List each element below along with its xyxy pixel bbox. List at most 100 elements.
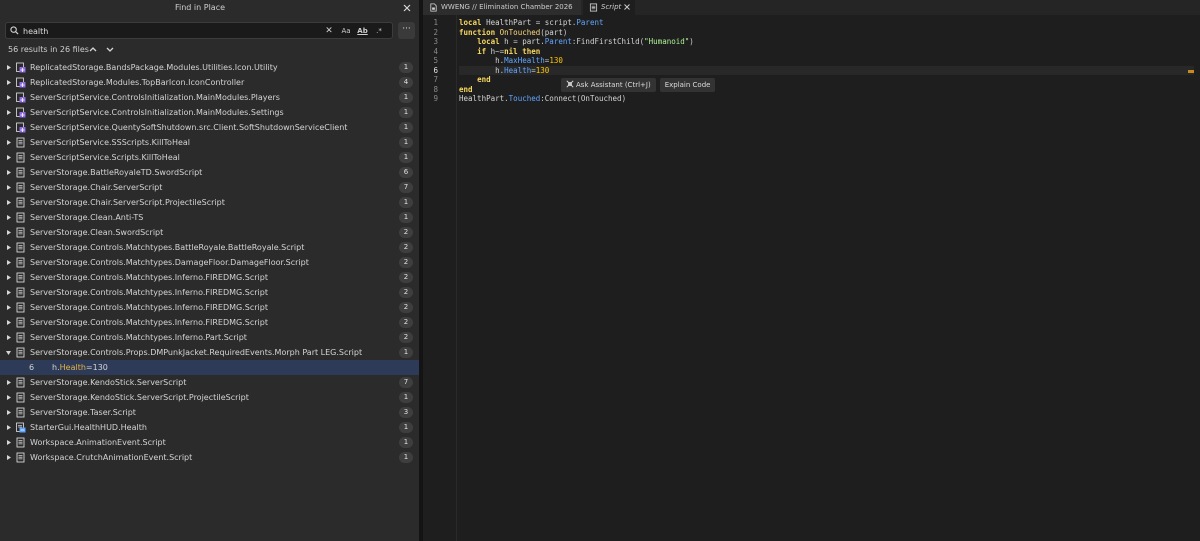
result-count-badge: 6: [399, 167, 413, 178]
close-panel-button[interactable]: [401, 2, 413, 14]
result-path: ServerStorage.Clean.Anti-TS: [30, 213, 144, 222]
module-script-icon: [15, 107, 26, 118]
result-path: ServerStorage.Controls.Matchtypes.Battle…: [30, 243, 305, 252]
whole-word-toggle[interactable]: Ab: [356, 25, 369, 37]
result-count-badge: 1: [399, 212, 413, 223]
previous-result-button[interactable]: [88, 44, 98, 54]
result-file-row[interactable]: ServerStorage.Controls.Matchtypes.Damage…: [0, 255, 419, 270]
chevron-right-icon[interactable]: [5, 439, 12, 446]
chevron-right-icon[interactable]: [5, 424, 12, 431]
result-file-row[interactable]: ServerStorage.Controls.Matchtypes.Infern…: [0, 300, 419, 315]
result-file-row[interactable]: ServerStorage.KendoStick.ServerScript.Pr…: [0, 390, 419, 405]
result-file-row[interactable]: ServerStorage.Controls.Matchtypes.Infern…: [0, 285, 419, 300]
chevron-right-icon[interactable]: [5, 79, 12, 86]
match-result-row[interactable]: 6 h.Health=130: [0, 360, 419, 375]
place-icon: [430, 3, 437, 12]
result-path: ServerStorage.Controls.Props.DMPunkJacke…: [30, 348, 363, 357]
code-line[interactable]: local h = part.Parent:FindFirstChild("Hu…: [459, 37, 1194, 47]
explain-code-label: Explain Code: [664, 81, 711, 89]
chevron-right-icon[interactable]: [5, 169, 12, 176]
code-line[interactable]: local HealthPart = script.Parent: [459, 18, 1194, 28]
module-script-icon: [15, 122, 26, 133]
result-file-row[interactable]: ReplicatedStorage.BandsPackage.Modules.U…: [0, 60, 419, 75]
chevron-right-icon[interactable]: [5, 109, 12, 116]
ask-assistant-button[interactable]: Ask Assistant (Ctrl+J): [561, 78, 656, 92]
chevron-right-icon[interactable]: [5, 274, 12, 281]
more-options-button[interactable]: ···: [398, 22, 415, 39]
script-icon: [15, 137, 26, 148]
result-file-row[interactable]: ServerScriptService.Scripts.KillToHeal 1: [0, 150, 419, 165]
result-file-row[interactable]: ServerStorage.Controls.Matchtypes.Infern…: [0, 270, 419, 285]
result-file-row[interactable]: ServerScriptService.QuentySoftShutdown.s…: [0, 120, 419, 135]
result-file-row[interactable]: ServerScriptService.SSScripts.KillToHeal…: [0, 135, 419, 150]
tab-script[interactable]: Script: [583, 0, 635, 15]
match-case-toggle[interactable]: Aa: [339, 25, 353, 37]
result-file-row[interactable]: ServerStorage.Controls.Matchtypes.Infern…: [0, 315, 419, 330]
result-file-row[interactable]: ServerStorage.Controls.Matchtypes.Battle…: [0, 240, 419, 255]
chevron-right-icon[interactable]: [5, 94, 12, 101]
result-file-row[interactable]: ServerStorage.Clean.Anti-TS 1: [0, 210, 419, 225]
code-line[interactable]: if h~=nil then: [459, 47, 1194, 57]
explain-code-button[interactable]: Explain Code: [659, 78, 716, 92]
chevron-right-icon[interactable]: [5, 409, 12, 416]
chevron-right-icon[interactable]: [5, 304, 12, 311]
result-count-badge: 2: [399, 302, 413, 313]
result-file-row[interactable]: ServerScriptService.ControlsInitializati…: [0, 90, 419, 105]
code-line[interactable]: h.Health=130: [459, 65, 1194, 75]
match-line-number: 6: [29, 363, 35, 372]
code-token: local: [459, 18, 482, 27]
chevron-right-icon[interactable]: [5, 229, 12, 236]
chevron-right-icon[interactable]: [5, 394, 12, 401]
chevron-right-icon[interactable]: [5, 154, 12, 161]
script-icon: [15, 452, 26, 463]
code-token: =: [535, 18, 545, 27]
chevron-right-icon[interactable]: [5, 139, 12, 146]
result-file-row[interactable]: Workspace.CrutchAnimationEvent.Script 1: [0, 450, 419, 465]
code-line[interactable]: h.MaxHealth=130: [459, 56, 1194, 66]
result-file-row[interactable]: ServerScriptService.ControlsInitializati…: [0, 105, 419, 120]
result-count-badge: 4: [399, 77, 413, 88]
result-file-row[interactable]: ServerStorage.KendoStick.ServerScript 7: [0, 375, 419, 390]
result-file-row[interactable]: StarterGui.HealthHUD.Health 1: [0, 420, 419, 435]
chevron-right-icon[interactable]: [5, 334, 12, 341]
tab-place[interactable]: WWENG // Elimination Chamber 2026: [423, 0, 581, 15]
result-file-row[interactable]: ServerStorage.Taser.Script 3: [0, 405, 419, 420]
chevron-right-icon[interactable]: [5, 184, 12, 191]
code-line[interactable]: HealthPart.Touched:Connect(OnTouched): [459, 94, 1194, 104]
chevron-right-icon[interactable]: [5, 319, 12, 326]
clear-search-button[interactable]: ✕: [324, 25, 334, 37]
result-file-row[interactable]: ServerStorage.Chair.ServerScript.Project…: [0, 195, 419, 210]
chevron-right-icon[interactable]: [5, 244, 12, 251]
code-token: FindFirstChild: [576, 37, 640, 46]
code-line[interactable]: function OnTouched(part): [459, 28, 1194, 38]
close-tab-button[interactable]: [623, 0, 631, 20]
next-result-button[interactable]: [105, 44, 115, 54]
chevron-right-icon[interactable]: [5, 214, 12, 221]
search-input[interactable]: [23, 25, 313, 37]
result-file-row[interactable]: ServerStorage.Clean.SwordScript 2: [0, 225, 419, 240]
result-file-row[interactable]: ReplicatedStorage.Modules.TopBarIcon.Ico…: [0, 75, 419, 90]
result-file-row[interactable]: ServerStorage.BattleRoyaleTD.SwordScript…: [0, 165, 419, 180]
line-number: 9: [433, 94, 438, 103]
result-count-badge: 2: [399, 317, 413, 328]
code-token: h: [499, 37, 514, 46]
chevron-right-icon[interactable]: [5, 199, 12, 206]
script-icon: [15, 377, 26, 388]
regex-toggle[interactable]: .*: [372, 25, 386, 37]
chevron-down-icon[interactable]: [5, 349, 12, 356]
chevron-right-icon[interactable]: [5, 64, 12, 71]
chevron-right-icon[interactable]: [5, 454, 12, 461]
chevron-right-icon[interactable]: [5, 379, 12, 386]
result-file-row[interactable]: Workspace.AnimationEvent.Script 1: [0, 435, 419, 450]
chevron-right-icon[interactable]: [5, 259, 12, 266]
result-file-row[interactable]: ServerStorage.Controls.Props.DMPunkJacke…: [0, 345, 419, 360]
result-count-badge: 1: [399, 122, 413, 133]
code-token: "Humanoid": [644, 37, 690, 46]
code-token: HealthPart: [481, 18, 536, 27]
result-file-row[interactable]: ServerStorage.Controls.Matchtypes.Infern…: [0, 330, 419, 345]
chevron-right-icon[interactable]: [5, 289, 12, 296]
result-path: ServerStorage.Chair.ServerScript: [30, 183, 163, 192]
chevron-right-icon[interactable]: [5, 124, 12, 131]
code-token: 130: [535, 65, 550, 75]
result-file-row[interactable]: ServerStorage.Chair.ServerScript 7: [0, 180, 419, 195]
